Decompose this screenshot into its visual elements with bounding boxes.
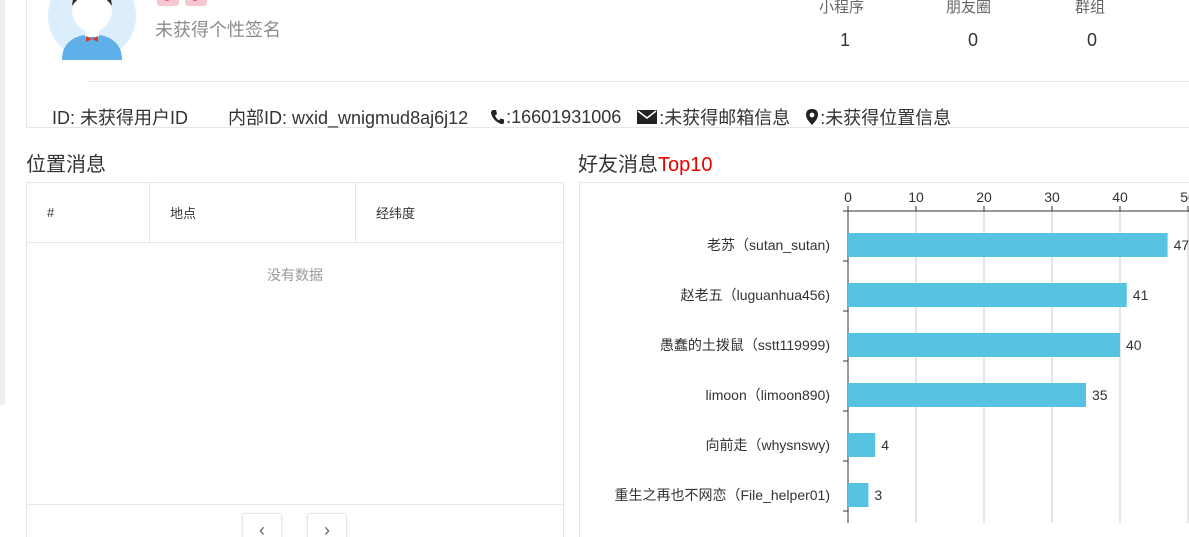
phone-icon [491,110,505,125]
internal-id: 内部ID: wxid_wnigmud8aj6j12 [228,108,469,128]
signature: 未获得个性签名 [155,20,281,40]
phone-number: :16601931006 [506,106,622,127]
divider [89,81,1189,82]
location-section-title: 位置消息 [26,154,106,176]
badge-icon [157,0,179,6]
category-label: 赵老五（luguanhua456) [681,287,830,303]
bar[interactable] [848,283,1127,307]
column-header-place[interactable]: 地点 [150,183,356,242]
badge-icon [185,0,207,6]
friends-title-highlight: Top10 [658,154,713,176]
table-footer-divider [27,504,563,505]
data-label: 47 [1174,237,1189,253]
friends-section-title: 好友消息Top10 [578,148,713,177]
avatar [48,0,136,60]
sidebar-edge [0,0,5,405]
category-label: 愚蠢的土拨鼠（sstt119999) [660,337,830,353]
bar[interactable] [848,483,869,507]
column-header-index[interactable]: # [27,183,150,242]
bar[interactable] [848,433,876,457]
x-tick-label: 30 [1044,189,1060,205]
category-label: 老苏（sutan_sutan) [707,237,830,253]
stat-label-groups: 群组 [1075,0,1106,16]
x-tick-label: 10 [908,189,924,205]
map-marker-icon [806,109,819,125]
data-label: 3 [874,487,882,503]
phone-info: :16601931006 [490,107,621,128]
bar[interactable] [848,333,1120,357]
data-label: 41 [1133,287,1149,303]
friends-title-main: 好友消息 [578,154,658,176]
location-info: :未获得位置信息 [806,104,951,130]
stat-value-miniprogram[interactable]: 1 [825,30,865,51]
x-tick-label: 0 [844,189,852,205]
prev-page-button[interactable]: ‹ [242,513,282,537]
stat-value-groups[interactable]: 0 [1072,30,1112,51]
data-label: 35 [1092,387,1108,403]
friends-bar-chart: 0 10 20 30 40 50 老苏（sutan_sutan) 47 赵老五（luguanhu… [615,189,1189,523]
tag-icons [157,0,207,6]
bar[interactable] [848,383,1086,407]
user-id: ID: 未获得用户ID [52,108,189,128]
x-tick-label: 40 [1112,189,1128,205]
bar[interactable] [848,233,1168,257]
table-header: # 地点 经纬度 [27,183,563,243]
envelope-icon [637,110,658,124]
category-label: limoon（limoon890) [705,387,830,403]
stat-label-miniprogram: 小程序 [819,0,865,16]
column-header-coordinates[interactable]: 经纬度 [356,183,563,242]
stat-label-moments: 朋友圈 [946,0,992,16]
next-page-button[interactable]: › [307,513,347,537]
email-info: :未获得邮箱信息 [637,104,790,130]
email-text: :未获得邮箱信息 [659,108,791,128]
friends-chart-panel: 0 10 20 30 40 50 老苏（sutan_sutan) 47 赵老五（luguanhu… [579,182,1189,537]
stat-value-moments[interactable]: 0 [953,30,993,51]
category-label: 重生之再也不网恋（File_helper01) [615,487,831,503]
location-text: :未获得位置信息 [820,108,952,128]
data-label: 4 [881,437,889,453]
profile-info-row: ID: 未获得用户ID 内部ID: wxid_wnigmud8aj6j12 :1… [26,104,967,130]
category-label: 向前走（whysnswy) [706,437,830,453]
x-tick-label: 20 [976,189,992,205]
location-table: # 地点 经纬度 没有数据 ‹ › [26,182,564,537]
data-label: 40 [1126,337,1142,353]
empty-state: 没有数据 [267,267,323,283]
x-tick-label: 50 [1180,189,1189,205]
